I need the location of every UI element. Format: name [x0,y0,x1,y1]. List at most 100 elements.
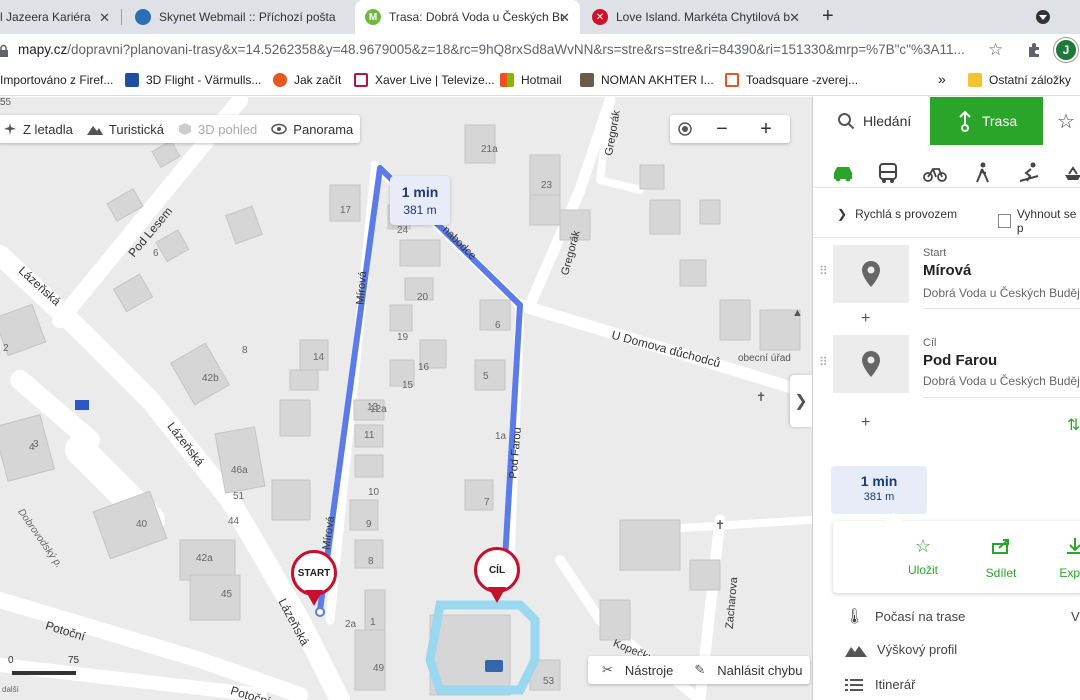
bookmark-star-icon[interactable]: ☆ [988,40,1003,60]
start-waypoint-icon[interactable] [833,245,909,303]
house-number: 6 [153,248,159,259]
drag-handle-icon[interactable]: ⠿ [819,264,828,278]
itinerary-label: Itinerář [875,677,916,692]
bookmarks-more-button[interactable]: » [938,71,946,87]
address-bar: mapy.cz/dopravni?planovani-trasy&x=14.52… [0,34,1080,66]
route-actions-panel: ☆ Uložit Sdílet Expor [833,512,1080,593]
bookmark-item[interactable]: Xaver Live | Televize... [354,73,495,87]
chevron-right-icon: ❯ [837,207,848,221]
share-icon [992,539,1009,554]
boat-icon[interactable] [1063,165,1080,183]
tab-trasa[interactable]: M Trasa: Dobrá Voda u Českých Bud ✕ [355,0,580,34]
bookmark-label: Xaver Live | Televize... [375,73,495,87]
layer-aerial[interactable]: Z letadla [0,115,80,143]
car-icon[interactable] [831,163,855,183]
route-type-label: Rychlá s provozem [855,207,958,221]
url-path: /dopravni?planovani-trasy&x=14.5262358&y… [67,42,965,57]
house-number: 45 [221,589,233,600]
tab-skynet[interactable]: Skynet Webmail :: Příchozí pošta [125,0,355,34]
close-icon[interactable]: ✕ [559,10,570,26]
bookmark-item[interactable]: Importováno z Firef... [0,73,113,87]
route-type-select[interactable]: ❯ Rychlá s provozem [837,207,957,221]
transport-modes [813,159,1080,189]
drag-handle-icon[interactable]: ⠿ [819,355,828,369]
poi-label: obecní úřad [738,353,791,364]
house-number: 8 [242,345,248,356]
new-tab-button[interactable]: + [822,5,834,28]
save-button[interactable]: ☆ Uložit [893,537,953,577]
map-canvas[interactable]: Pod Lesem Lázeňská Lázeňská Lázeňská Mír… [0,97,812,700]
report-error-button[interactable]: ✎ Nahlásit chybu [680,656,809,684]
layer-panorama[interactable]: Panorama [264,115,360,143]
star-icon: ☆ [914,536,932,556]
layer-tourist[interactable]: Turistická [80,115,171,143]
profile-avatar[interactable]: J [1054,38,1078,62]
elevation-row[interactable]: Výškový profil [845,642,957,657]
start-name[interactable]: Mírová [923,262,971,279]
weather-row[interactable]: 🌡 Počasí na trase [845,607,965,625]
zoom-in-button[interactable]: + [744,115,788,143]
location-pin-icon [862,261,880,287]
house-number: 44 [228,516,240,527]
route-info-bubble[interactable]: 1 min 381 m [390,176,450,225]
mapy-icon: M [365,9,381,25]
extensions-icon[interactable] [1026,42,1042,58]
post-office-icon[interactable] [75,400,89,410]
location-pin-icon [862,351,880,377]
house-number: 19 [397,332,409,343]
house-number: 46a [231,465,248,476]
avoid-checkbox[interactable] [998,214,1011,228]
folder-icon [968,73,982,87]
search-tab[interactable]: Hledání [813,97,930,145]
itinerary-row[interactable]: Itinerář [845,677,915,692]
route-icon [959,110,971,132]
tools-button[interactable]: ✂ Nástroje [588,656,680,684]
bookmark-item[interactable]: 3D Flight - Värmulls... [125,73,261,87]
scale-value: 75 [68,655,80,666]
bookmark-item[interactable]: Hotmail [500,73,562,87]
layer-label: 3D pohled [198,121,258,137]
bookmark-item[interactable]: NOMAN AKHTER I... [580,73,714,87]
route-tab[interactable]: Trasa [930,97,1043,145]
scale-more: další [2,685,19,694]
bicycle-icon[interactable] [923,163,947,183]
export-label: Expor [1059,566,1080,580]
bookmark-label: Toadsquare -zverej... [746,73,859,87]
zoom-out-button[interactable]: − [700,115,744,143]
house-number: 42a [196,553,213,564]
ski-icon[interactable] [1018,162,1040,184]
tab-search-icon[interactable] [1036,10,1050,24]
locate-button[interactable] [670,115,700,143]
url-field[interactable]: mapy.cz/dopravni?planovani-trasy&x=14.52… [18,42,965,57]
list-icon [845,678,863,691]
sidebar-toggle-button[interactable]: ❯ [790,375,812,427]
end-waypoint-icon[interactable] [833,335,909,393]
add-waypoint-button[interactable]: + [861,310,870,328]
bookmark-label: Hotmail [521,73,562,87]
end-name[interactable]: Pod Farou [923,352,997,369]
tab-aljazeera[interactable]: l Jazeera Kariéra ✕ [0,0,120,34]
map-tools-bar: ✂ Nástroje ✎ Nahlásit chybu [588,656,810,684]
walk-icon[interactable] [973,162,991,184]
avoid-toggle[interactable]: Vyhnout se p [998,207,1080,235]
close-icon[interactable]: ✕ [99,10,110,26]
share-button[interactable]: Sdílet [971,537,1031,580]
add-waypoint-button[interactable]: + [861,414,870,432]
parking-icon[interactable] [485,660,503,672]
export-button[interactable]: Expor [1045,537,1080,580]
tools-icon: ✂ [602,662,613,677]
other-bookmarks[interactable]: Ostatní záložky [968,73,1071,87]
bookmark-item[interactable]: Toadsquare -zverej... [725,73,858,87]
layer-3d[interactable]: 3D pohled [171,115,264,143]
swap-icon[interactable]: ⇅ [1067,415,1080,435]
tab-loveisland[interactable]: ✕ Love Island. Markéta Chytilová b ✕ [582,0,810,34]
lock-icon[interactable] [0,44,10,58]
route-summary-chip[interactable]: 1 min 381 m [831,466,927,514]
close-icon[interactable]: ✕ [789,10,800,26]
house-number: 2 [3,343,9,354]
bus-icon[interactable] [878,162,898,184]
end-label: Cíl [923,337,937,349]
bookmark-item[interactable]: Jak začít [273,73,341,87]
favorites-star-icon[interactable]: ☆ [1057,109,1075,134]
elevation-label: Výškový profil [877,642,958,657]
